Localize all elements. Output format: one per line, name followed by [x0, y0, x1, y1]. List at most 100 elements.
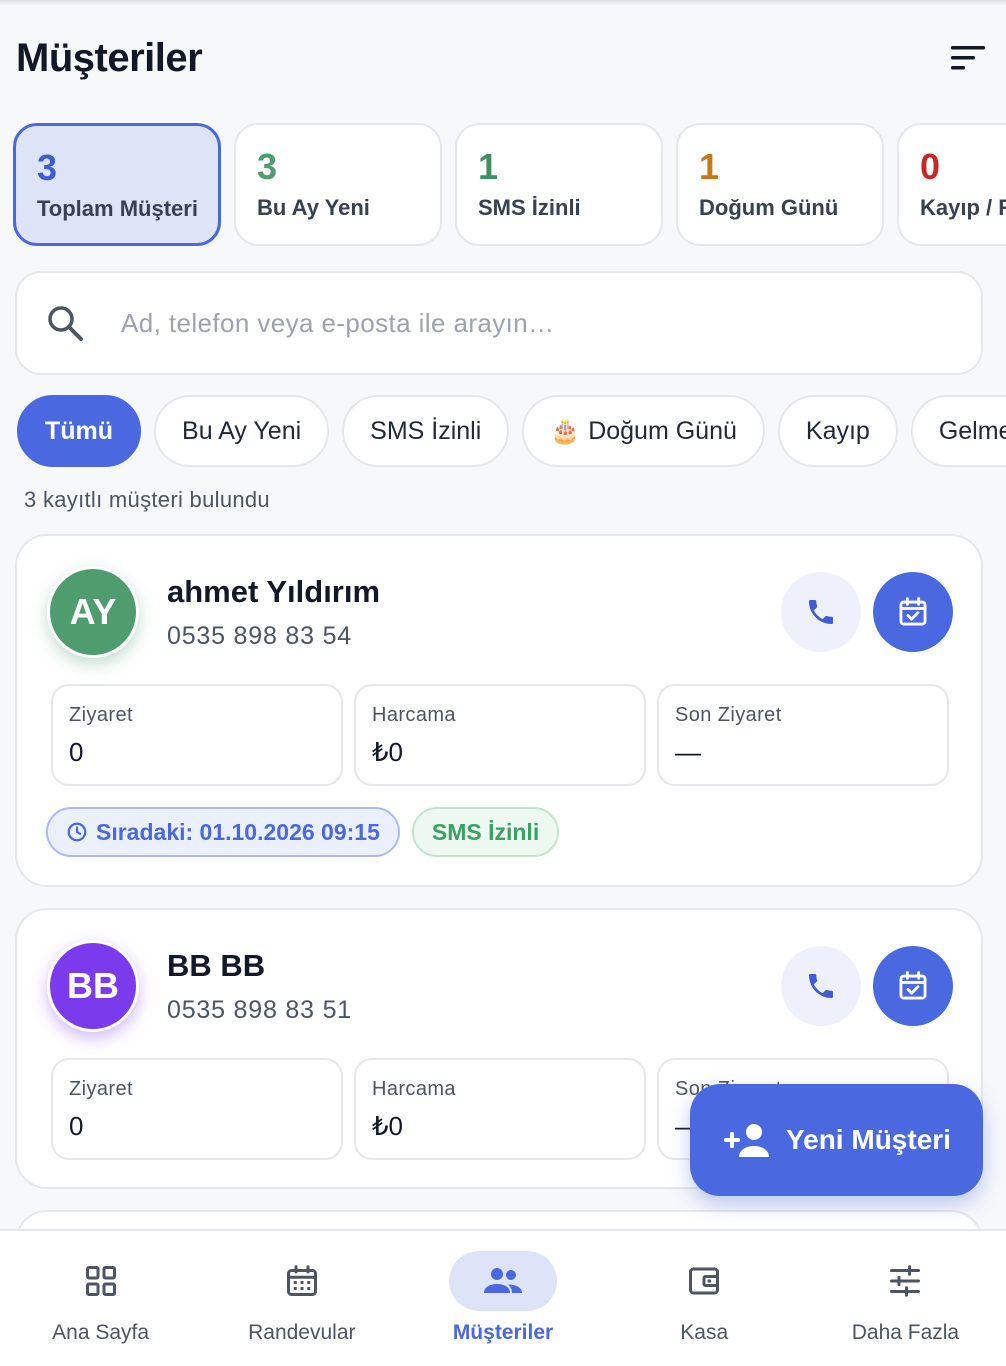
metric-spend: Harcama ₺0 — [354, 1058, 646, 1160]
call-button[interactable] — [781, 946, 861, 1026]
sliders-icon — [890, 1265, 921, 1297]
calendar-icon — [286, 1265, 317, 1296]
nav-item-cashbox[interactable]: Kasa — [604, 1231, 805, 1366]
book-appointment-button[interactable] — [873, 572, 953, 652]
clock-icon — [67, 822, 87, 842]
stat-label: Bu Ay Yeni — [257, 195, 370, 220]
filter-chip-new-this-month[interactable]: Bu Ay Yeni — [154, 395, 330, 467]
metric-label: Son Ziyaret — [675, 704, 782, 726]
customer-metrics: Ziyaret 0 Harcama ₺0 Son Ziyaret — — [51, 684, 949, 786]
filter-chip-sms[interactable]: SMS İzinli — [342, 395, 510, 467]
metric-visits: Ziyaret 0 — [51, 1058, 343, 1160]
nav-item-home[interactable]: Ana Sayfa — [0, 1231, 201, 1366]
wallet-icon — [689, 1267, 720, 1295]
stat-total-customers[interactable]: 3 Toplam Müşteri — [13, 123, 221, 246]
metric-value: 0 — [69, 1111, 84, 1141]
chip-label: SMS İzinli — [370, 416, 482, 445]
nav-icon-wrap — [449, 1251, 557, 1311]
nav-icon-wrap — [851, 1251, 959, 1311]
metric-value: — — [675, 737, 701, 767]
chip-label: Gelmem — [938, 416, 1006, 445]
stat-label: Toplam Müşteri — [37, 196, 198, 221]
bottom-nav: Ana Sayfa Randevular Müşteriler Kasa Dah… — [0, 1229, 1006, 1366]
calendar-check-icon — [899, 597, 927, 626]
customer-card[interactable]: AY ahmet Yıldırım 0535 898 83 54 Ziyaret… — [15, 534, 983, 887]
result-count: 3 kayıtlı müşteri bulundu — [24, 487, 270, 512]
badge-text: SMS İzinli — [431, 818, 540, 845]
metric-label: Ziyaret — [69, 704, 133, 726]
fab-label: Yeni Müşteri — [786, 1124, 951, 1155]
sort-lines-icon — [951, 46, 985, 70]
avatar-initials: AY — [69, 591, 117, 632]
stat-lost[interactable]: 0 Kayıp / R — [897, 123, 1006, 246]
metric-label: Harcama — [372, 704, 456, 726]
page-title: Müşteriler — [16, 35, 203, 80]
metric-value: 0 — [69, 737, 84, 767]
metric-last-visit: Son Ziyaret — — [657, 684, 949, 786]
filter-chip-no-show[interactable]: Gelmem — [910, 395, 1006, 467]
calendar-check-icon — [899, 971, 927, 1000]
new-customer-button[interactable]: Yeni Müşteri — [690, 1084, 983, 1196]
nav-icon-wrap — [47, 1251, 155, 1311]
stat-value: 3 — [257, 146, 278, 187]
call-button[interactable] — [781, 572, 861, 652]
page-header: Müşteriler — [16, 28, 990, 88]
stat-value: 0 — [920, 146, 941, 187]
next-appointment-badge[interactable]: Sıradaki: 01.10.2026 09:15 — [46, 807, 400, 857]
metric-spend: Harcama ₺0 — [354, 684, 646, 786]
filter-chip-lost[interactable]: Kayıp — [777, 395, 898, 467]
stat-label: Doğum Günü — [699, 195, 839, 220]
nav-label: Daha Fazla — [851, 1321, 960, 1344]
cake-icon: 🎂 — [550, 417, 581, 445]
avatar-initials: BB — [67, 965, 119, 1006]
metric-visits: Ziyaret 0 — [51, 684, 343, 786]
chip-label: Doğum Günü — [588, 416, 737, 445]
stats-row: 3 Toplam Müşteri 3 Bu Ay Yeni 1 SMS İzin… — [13, 123, 1006, 248]
metric-label: Ziyaret — [69, 1078, 133, 1100]
phone-icon — [809, 600, 833, 624]
stat-sms-permitted[interactable]: 1 SMS İzinli — [455, 123, 663, 246]
stat-label: Kayıp / R — [920, 195, 1006, 220]
customer-phone: 0535 898 83 54 — [167, 622, 352, 650]
chip-label: Bu Ay Yeni — [182, 416, 302, 445]
nav-icon-wrap — [650, 1251, 758, 1311]
nav-icon-wrap — [248, 1251, 356, 1311]
nav-item-appointments[interactable]: Randevular — [201, 1231, 402, 1366]
avatar: BB — [47, 940, 139, 1032]
filter-chip-all[interactable]: Tümü — [17, 395, 142, 467]
stat-birthday[interactable]: 1 Doğum Günü — [676, 123, 884, 246]
stat-value: 1 — [478, 146, 499, 187]
stat-value: 3 — [37, 147, 58, 188]
customer-name: ahmet Yıldırım — [167, 574, 381, 609]
chip-label: Tümü — [45, 416, 114, 445]
nav-item-customers[interactable]: Müşteriler — [402, 1231, 603, 1366]
phone-icon — [809, 974, 833, 998]
search-bar — [15, 271, 983, 375]
chip-label: Kayıp — [805, 416, 870, 445]
book-appointment-button[interactable] — [873, 946, 953, 1026]
badge-text: Sıradaki: 01.10.2026 09:15 — [96, 818, 380, 845]
grid-icon — [85, 1266, 116, 1296]
customer-name: BB BB — [167, 948, 266, 983]
metric-value: ₺0 — [372, 737, 404, 767]
search-input[interactable] — [121, 307, 901, 339]
filter-chip-birthday[interactable]: 🎂 Doğum Günü — [522, 395, 765, 467]
nav-item-more[interactable]: Daha Fazla — [805, 1231, 1006, 1366]
filter-chips: Tümü Bu Ay Yeni SMS İzinli 🎂 Doğum Günü K… — [17, 395, 1006, 467]
nav-label: Müşteriler — [452, 1321, 554, 1344]
add-person-icon — [724, 1124, 769, 1157]
avatar: AY — [47, 566, 139, 658]
customer-phone: 0535 898 83 51 — [167, 996, 352, 1024]
stat-value: 1 — [699, 146, 720, 187]
metric-label: Harcama — [372, 1078, 456, 1100]
sort-button[interactable] — [946, 36, 990, 80]
stat-new-this-month[interactable]: 3 Bu Ay Yeni — [234, 123, 442, 246]
stat-label: SMS İzinli — [478, 195, 581, 220]
sms-permitted-badge: SMS İzinli — [411, 807, 560, 857]
people-icon — [484, 1268, 522, 1293]
nav-label: Kasa — [680, 1321, 729, 1344]
customer-badges: Sıradaki: 01.10.2026 09:15 SMS İzinli — [46, 807, 560, 857]
search-icon — [48, 306, 83, 341]
status-shadow — [0, 0, 1006, 5]
metric-value: ₺0 — [372, 1111, 404, 1141]
